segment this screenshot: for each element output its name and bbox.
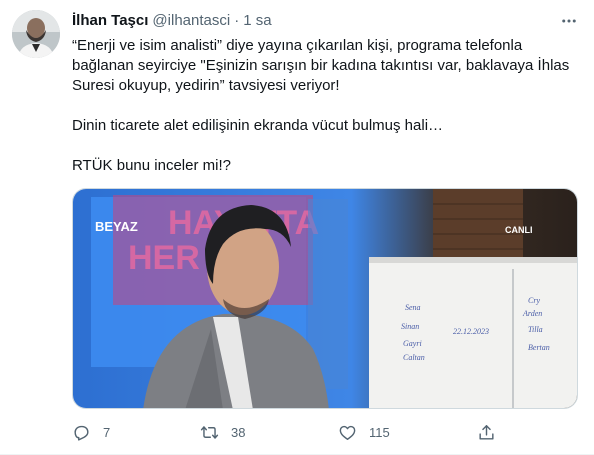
retweet-count: 38 bbox=[231, 424, 246, 440]
timestamp[interactable]: 1 sa bbox=[243, 12, 271, 29]
reply-icon bbox=[74, 425, 89, 441]
more-options-button[interactable] bbox=[558, 12, 580, 30]
more-horizontal-icon bbox=[562, 19, 576, 23]
like-button[interactable]: 115 bbox=[338, 420, 390, 444]
tv-screenshot: HAYATTA HER YOL BEYAZ CANLI Sena Sinan G… bbox=[73, 189, 577, 408]
avatar[interactable] bbox=[12, 10, 60, 58]
tweet-header: İlhan Taşcı @ilhantasci · 1 sa bbox=[72, 10, 272, 30]
board-word-5: Cry bbox=[528, 296, 540, 305]
author-name[interactable]: İlhan Taşcı bbox=[72, 12, 148, 29]
tweet-paragraph-2: Dinin ticarete alet edilişinin ekranda v… bbox=[72, 117, 444, 134]
live-label: CANLI bbox=[505, 225, 533, 235]
board-word-8: Bertan bbox=[528, 343, 550, 352]
board-date: 22.12.2023 bbox=[453, 327, 489, 336]
tweet-actions: 7 38 115 bbox=[72, 420, 542, 444]
board-word-7: Tilla bbox=[528, 325, 543, 334]
separator-dot: · bbox=[234, 11, 240, 29]
tweet-media-image[interactable]: HAYATTA HER YOL BEYAZ CANLI Sena Sinan G… bbox=[72, 188, 578, 409]
board-word-3: Gayri bbox=[403, 339, 422, 348]
reply-button[interactable]: 7 bbox=[72, 420, 110, 444]
board-word-1: Sena bbox=[405, 303, 421, 312]
share-icon bbox=[479, 424, 494, 440]
like-count: 115 bbox=[369, 424, 390, 440]
retweet-icon bbox=[200, 425, 219, 439]
tweet[interactable]: İlhan Taşcı @ilhantasci · 1 sa “Enerji v… bbox=[0, 0, 594, 455]
avatar-image bbox=[12, 10, 60, 58]
tweet-text: “Enerji ve isim analisti” diye yayına çı… bbox=[72, 36, 580, 176]
board-word-2: Sinan bbox=[401, 322, 419, 331]
tweet-paragraph-1: “Enerji ve isim analisti” diye yayına çı… bbox=[72, 37, 570, 94]
reply-count: 7 bbox=[103, 424, 111, 440]
share-button[interactable] bbox=[477, 420, 496, 444]
retweet-button[interactable]: 38 bbox=[200, 420, 245, 444]
board-word-6: Arden bbox=[522, 309, 542, 318]
board-word-4: Caltan bbox=[403, 353, 425, 362]
author-handle[interactable]: @ilhantasci bbox=[152, 12, 230, 29]
channel-logo: BEYAZ bbox=[95, 219, 138, 234]
tweet-paragraph-3: RTÜK bunu inceler mi!? bbox=[72, 157, 231, 174]
heart-icon bbox=[339, 425, 356, 440]
